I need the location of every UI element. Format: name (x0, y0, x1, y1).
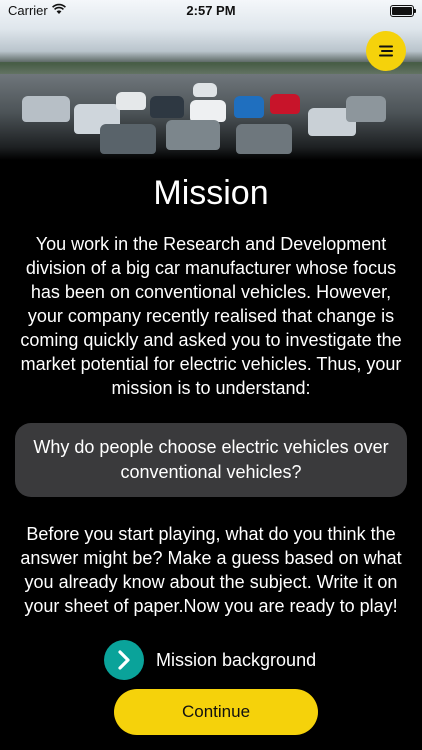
question-card: Why do people choose electric vehicles o… (15, 423, 407, 497)
hero-car (150, 96, 184, 118)
mission-instructions: Before you start playing, what do you th… (20, 524, 402, 616)
hero-car (270, 94, 300, 114)
hero-car (234, 96, 264, 118)
hero-car (346, 96, 386, 122)
mission-background-link[interactable]: Mission background (104, 640, 316, 680)
mission-intro: You work in the Research and Development… (20, 234, 402, 398)
question-text: Why do people choose electric vehicles o… (33, 437, 389, 482)
hero-car (166, 120, 220, 150)
hero-car (100, 124, 156, 154)
chevron-right-icon[interactable] (104, 640, 144, 680)
hero-car (116, 92, 146, 110)
hero-car (22, 96, 70, 122)
status-time: 2:57 PM (186, 3, 236, 18)
hero-car (236, 124, 292, 154)
status-bar: Carrier 2:57 PM (0, 0, 422, 22)
hero-car (193, 83, 217, 97)
continue-button[interactable]: Continue (114, 689, 318, 735)
hero-image (0, 0, 422, 160)
hero-car (190, 100, 226, 122)
battery-icon (390, 5, 416, 17)
menu-button[interactable] (366, 31, 406, 71)
page-title: Mission (153, 174, 269, 212)
mission-background-label[interactable]: Mission background (156, 650, 316, 671)
menu-lines-icon (379, 45, 393, 57)
